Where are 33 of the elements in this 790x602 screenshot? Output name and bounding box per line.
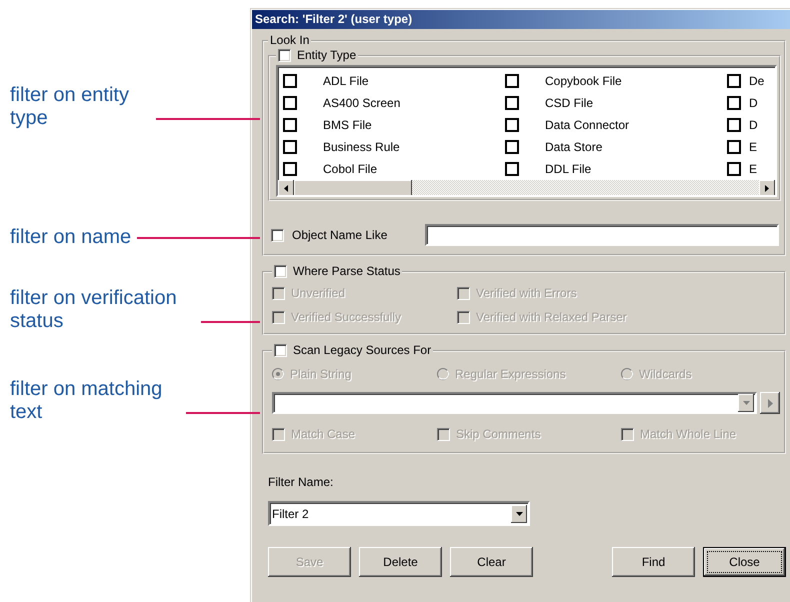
list-item-label: D bbox=[749, 96, 758, 110]
checkbox-label: Scan Legacy Sources For bbox=[293, 343, 432, 358]
filter-name-combo[interactable]: Filter 2 bbox=[268, 501, 530, 526]
field-label: Filter Name: bbox=[268, 475, 334, 489]
dialog-button[interactable]: Close bbox=[703, 547, 786, 577]
group-label: Look In bbox=[270, 33, 310, 48]
list-item-label: E bbox=[749, 162, 758, 176]
list-item-label: CSD File bbox=[545, 96, 594, 110]
combo-value: Filter 2 bbox=[272, 506, 309, 520]
list-item-label: Copybook File bbox=[545, 74, 622, 88]
dialog-button[interactable]: Delete bbox=[359, 547, 442, 577]
annotation-text: filter on name bbox=[10, 226, 132, 249]
list-item-label: BMS File bbox=[323, 118, 372, 132]
list-item-label: E bbox=[749, 140, 758, 154]
list-item-label: Business Rule bbox=[323, 140, 400, 154]
list-item-label: Data Connector bbox=[545, 118, 630, 132]
annotation-text: filter on matching text bbox=[10, 378, 164, 424]
checkbox-label: Object Name Like bbox=[292, 228, 388, 242]
annotation-text: filter on entity type bbox=[10, 84, 130, 130]
list-item-label: ADL File bbox=[323, 74, 369, 88]
list-item-label: AS400 Screen bbox=[323, 96, 400, 110]
window-title: Search: 'Filter 2' (user type) bbox=[252, 10, 790, 29]
list-item-label: DDL File bbox=[545, 162, 592, 176]
list-item-label: De bbox=[749, 74, 764, 88]
checkbox-label: Where Parse Status bbox=[293, 264, 400, 279]
list-item-label: Data Store bbox=[545, 140, 602, 154]
list-item-label: D bbox=[749, 118, 758, 132]
dialog-button[interactable]: Find bbox=[612, 547, 695, 577]
checkbox-label: Entity Type bbox=[297, 48, 356, 63]
annotation-text: filter on verification status bbox=[10, 287, 178, 333]
dialog-button[interactable]: Clear bbox=[450, 547, 533, 577]
entity-type-list[interactable]: ADL File AS400 Screen BMS File Business Rule Cobol File Copybook File CSD File Data Connector Data Store DDL File De D D E E bbox=[276, 65, 777, 197]
list-item-label: Cobol File bbox=[323, 162, 378, 176]
